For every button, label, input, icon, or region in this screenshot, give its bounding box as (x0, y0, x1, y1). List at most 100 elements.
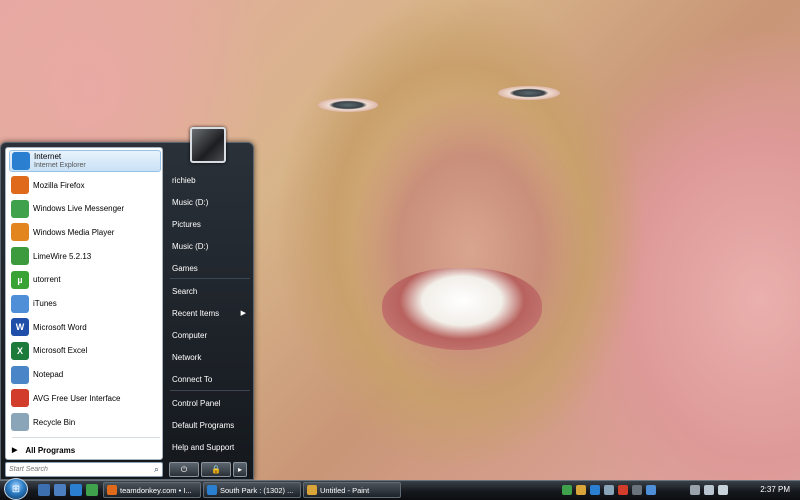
start-place-item[interactable]: Computer (170, 326, 252, 344)
volume-icon[interactable] (718, 485, 728, 495)
program-name: LimeWire 5.2.13 (33, 251, 92, 261)
start-place-item[interactable]: Pictures (170, 215, 252, 233)
itunes-icon (11, 294, 29, 313)
switch-windows-icon[interactable] (54, 484, 66, 496)
program-item[interactable]: Notepad (9, 364, 161, 386)
chevron-right-icon: ▶ (240, 310, 246, 317)
start-place-item[interactable]: Search (170, 282, 252, 300)
word-icon: W (11, 318, 29, 337)
windows-logo-icon: ⊞ (11, 483, 21, 495)
limewire-icon (11, 247, 29, 266)
program-name: Windows Live Messenger (33, 204, 125, 214)
all-programs-button[interactable]: ▶ All Programs (12, 442, 160, 458)
recycle-bin-icon (11, 413, 29, 431)
excel-icon: X (11, 341, 29, 360)
tray-app-icon[interactable] (646, 485, 656, 495)
show-desktop-icon[interactable] (38, 484, 50, 496)
start-button[interactable]: ⊞ (4, 478, 28, 500)
places-pane: richieb Music (D:) Pictures Music (D:) Games… (165, 143, 253, 461)
program-item[interactable]: µ utorrent (9, 269, 161, 291)
program-item[interactable]: AVG Free User Interface (9, 387, 161, 409)
start-place-item[interactable]: Connect To (170, 370, 252, 388)
tray-app-icon[interactable] (632, 485, 642, 495)
power-button[interactable]: ⏻ (169, 462, 199, 477)
program-name: AVG Free User Interface (33, 393, 121, 403)
start-place-item[interactable]: Default Programs (170, 416, 252, 434)
tray-app-icon[interactable] (562, 485, 572, 495)
media-player-icon (11, 223, 29, 242)
tray-app-icon[interactable] (604, 485, 614, 495)
app-icon (207, 485, 217, 495)
taskbar-clock[interactable]: 2:37 PM (760, 485, 790, 494)
start-place-label: Network (172, 352, 202, 362)
taskbar-button-label: South Park : (1302) ... (220, 485, 294, 495)
program-item[interactable]: iTunes (9, 293, 161, 315)
program-item[interactable]: Windows Media Player (9, 221, 161, 243)
user-picture[interactable] (190, 127, 226, 163)
tray-app-icon[interactable] (690, 485, 700, 495)
program-item[interactable]: Internet Internet Explorer (9, 150, 161, 172)
avg-icon (11, 389, 29, 408)
start-place-label: Pictures (172, 219, 201, 229)
taskbar-button[interactable]: teamdonkey.com • I... (103, 482, 201, 498)
shutdown-options-button[interactable]: ▸ (233, 462, 247, 477)
app-icon (307, 485, 317, 495)
tray-app-icon[interactable] (618, 485, 628, 495)
program-name: Mozilla Firefox (33, 180, 85, 190)
start-place-item[interactable]: Help and Support (170, 438, 252, 456)
wallpaper-mouth (382, 268, 542, 350)
network-icon[interactable] (704, 485, 714, 495)
start-place-item[interactable]: richieb (170, 171, 252, 189)
start-place-label: Music (D:) (172, 241, 209, 251)
start-place-label: Computer (172, 330, 208, 340)
program-name: Notepad (33, 370, 64, 380)
start-search-box[interactable]: ⌕ (5, 462, 163, 477)
start-place-item[interactable]: Music (D:) (170, 193, 252, 211)
start-place-item[interactable]: Control Panel (170, 394, 252, 412)
program-item[interactable]: Recycle Bin (9, 411, 161, 433)
notepad-icon (11, 365, 29, 384)
start-place-label: Games (172, 263, 198, 273)
search-icon[interactable]: ⌕ (154, 464, 159, 475)
program-item[interactable]: W Microsoft Word (9, 316, 161, 338)
program-name: Internet (34, 152, 62, 161)
divider (170, 278, 250, 279)
messenger-icon (11, 199, 29, 218)
messenger-quicklaunch-icon[interactable] (86, 484, 98, 496)
program-name: iTunes (33, 299, 57, 308)
program-item[interactable]: X Microsoft Excel (9, 340, 161, 362)
start-place-item[interactable]: Network (170, 348, 252, 366)
arrow-right-icon: ▸ (237, 465, 242, 474)
start-search-input[interactable] (9, 466, 147, 473)
start-place-label: richieb (172, 175, 196, 185)
tray-app-icon[interactable] (576, 485, 586, 495)
program-item[interactable]: Windows Live Messenger (9, 198, 161, 220)
start-place-label: Search (172, 286, 198, 296)
divider (170, 390, 250, 391)
program-subtitle: Internet Explorer (34, 162, 86, 169)
program-name: utorrent (33, 275, 61, 285)
internet-explorer-icon (12, 152, 30, 170)
taskbar-button-label: Untitled - Paint (320, 485, 370, 495)
taskbar-button[interactable]: Untitled - Paint (303, 482, 401, 498)
power-buttons: ⏻ 🔒 ▸ (169, 462, 247, 477)
program-name: Windows Media Player (33, 227, 115, 237)
app-icon (107, 485, 117, 495)
tray-app-icon[interactable] (590, 485, 600, 495)
lock-button[interactable]: 🔒 (201, 462, 231, 477)
start-place-item[interactable]: Recent Items ▶ (170, 304, 252, 322)
program-item[interactable]: Mozilla Firefox (9, 174, 161, 196)
start-place-label: Connect To (172, 374, 213, 384)
power-icon: ⏻ (180, 464, 188, 474)
program-name: Microsoft Word (33, 322, 87, 332)
start-place-label: Recent Items (172, 308, 220, 318)
taskbar-button[interactable]: South Park : (1302) ... (203, 482, 301, 498)
wallpaper-left-eye (318, 98, 378, 112)
start-place-item[interactable]: Games (170, 259, 252, 277)
start-menu: ▶ All Programs Internet Internet Explorer… (0, 142, 254, 480)
lock-icon: 🔒 (211, 465, 221, 474)
internet-explorer-quicklaunch-icon[interactable] (70, 484, 82, 496)
start-place-label: Help and Support (172, 442, 235, 452)
start-place-item[interactable]: Music (D:) (170, 237, 252, 255)
program-item[interactable]: LimeWire 5.2.13 (9, 245, 161, 267)
